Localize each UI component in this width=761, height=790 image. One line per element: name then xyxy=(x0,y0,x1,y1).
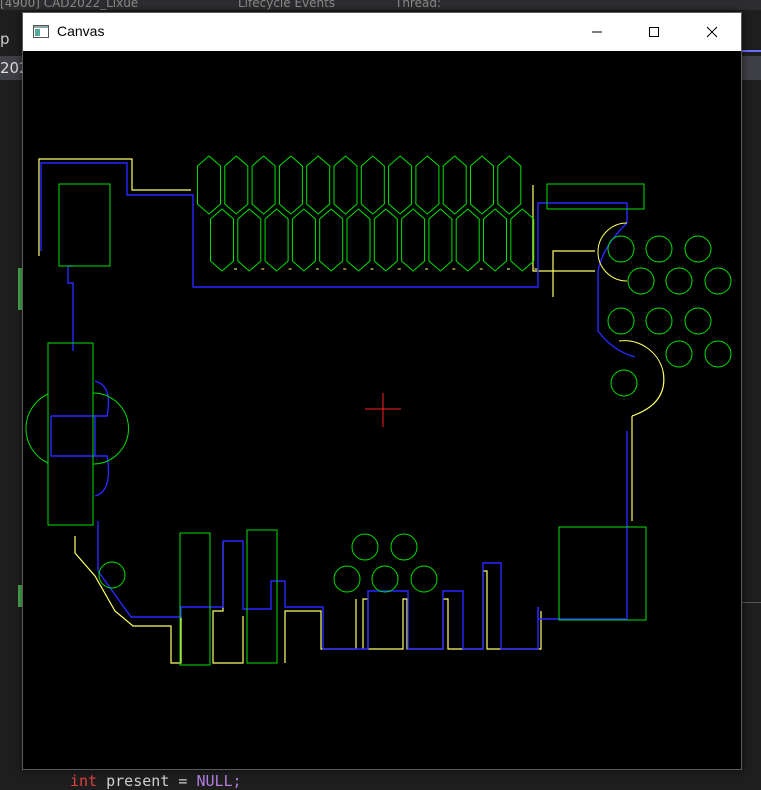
ide-left-fragment: p xyxy=(0,30,10,48)
ide-right-tab xyxy=(742,56,761,80)
window-app-icon xyxy=(33,25,49,38)
code-null: NULL; xyxy=(196,772,242,790)
title-bar[interactable]: Canvas xyxy=(23,13,741,51)
ide-tab-lifecycle[interactable]: Lifecycle Events xyxy=(238,0,368,10)
maximize-icon xyxy=(649,27,659,37)
canvas-window[interactable]: Canvas xyxy=(22,12,742,770)
ide-code-line: int present = NULL; xyxy=(70,772,242,790)
minimize-icon xyxy=(592,31,602,33)
code-keyword: int xyxy=(70,772,98,790)
minimize-button[interactable] xyxy=(568,13,626,51)
cad-canvas[interactable] xyxy=(23,51,741,769)
close-button[interactable] xyxy=(683,13,741,51)
window-title: Canvas xyxy=(57,23,105,39)
ide-tab-thread[interactable]: Thread: xyxy=(395,0,455,10)
code-identifier: present = xyxy=(97,772,197,790)
close-icon xyxy=(706,26,718,38)
ide-right-divider xyxy=(742,602,761,603)
ide-right-accent xyxy=(742,50,761,52)
maximize-button[interactable] xyxy=(625,13,683,51)
ide-tab-process[interactable]: [4900] CAD2022_Lixue xyxy=(0,0,160,10)
ide-left-tab[interactable]: 2022 xyxy=(0,56,22,80)
